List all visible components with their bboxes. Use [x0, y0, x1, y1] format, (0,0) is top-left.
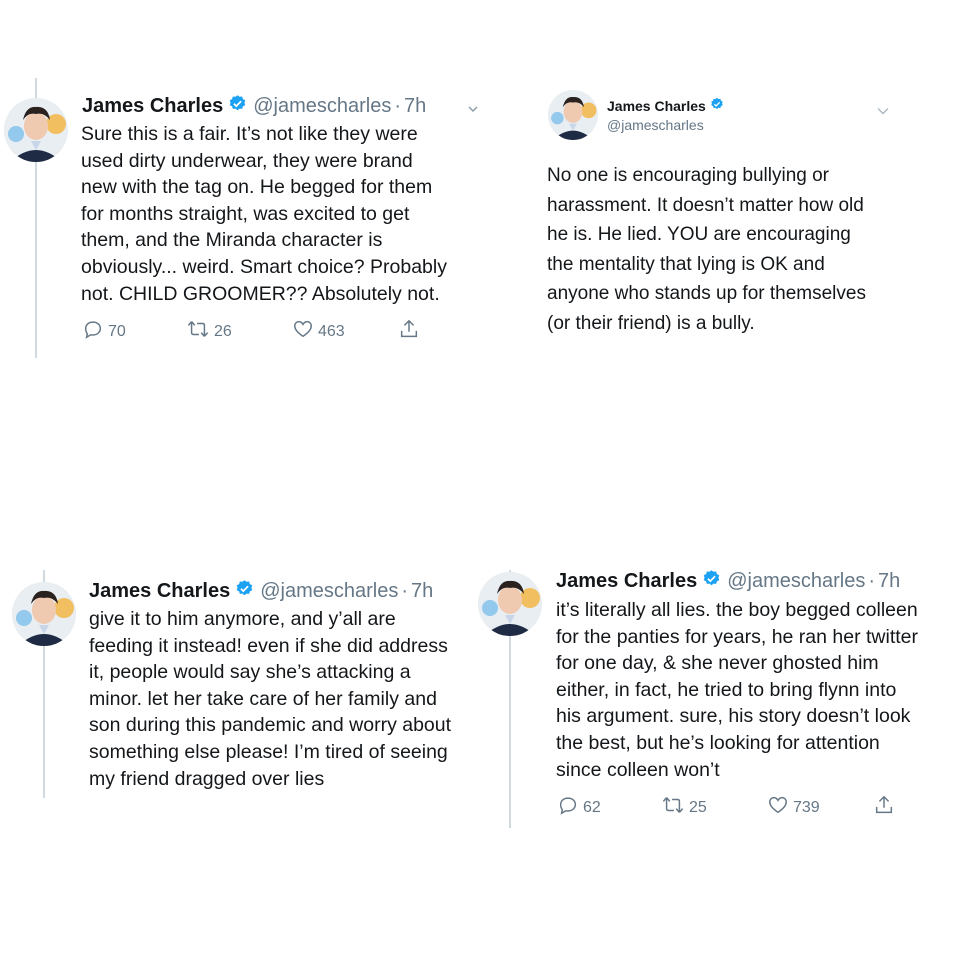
like-icon [292, 318, 318, 345]
share-button[interactable] [398, 318, 424, 345]
avatar[interactable] [548, 90, 598, 140]
retweet-count: 25 [689, 798, 707, 816]
timestamp[interactable]: 7h [878, 570, 900, 593]
tweet-text-line: the mentality that lying is OK and [547, 253, 825, 275]
tweet-text-line: for the panties for years, he ran her tw… [556, 625, 919, 648]
timestamp[interactable]: 7h [404, 95, 426, 118]
tweet-text-line: minor. let her take care of her family a… [89, 687, 437, 710]
verified-badge-icon [228, 94, 247, 118]
tweet-header: James Charles @jamescharles · 7h [556, 569, 900, 593]
tweet-text-line: feeding it instead! even if she did addr… [89, 634, 448, 657]
retweet-button[interactable]: 25 [661, 794, 707, 821]
tweet-text-line: it’s literally all lies. the boy begged … [556, 599, 918, 621]
tweet-text-line: my friend dragged over lies [89, 767, 325, 790]
chevron-down-icon[interactable] [877, 102, 889, 120]
author-name[interactable]: James Charles [82, 95, 223, 118]
tweet-text: Sure this is a fair. It’s not like they … [81, 121, 447, 307]
chevron-down-icon[interactable] [468, 100, 478, 118]
like-count: 463 [318, 322, 345, 340]
tweet-text-line: them, and the Miranda character is [81, 229, 383, 252]
author-handle[interactable]: @jamescharles [727, 570, 865, 593]
verified-badge-icon [702, 569, 721, 593]
author-handle[interactable]: @jamescharles [260, 580, 398, 603]
avatar[interactable] [478, 572, 542, 636]
tweet-text-line: new with the tag on. He begged for them [81, 176, 433, 199]
reply-count: 62 [583, 798, 601, 816]
retweet-button[interactable]: 26 [186, 318, 232, 345]
tweet-text-line: Sure this is a fair. It’s not like they … [81, 123, 418, 145]
tweet-text: No one is encouraging bullying or harass… [547, 161, 866, 338]
reply-icon [82, 318, 108, 345]
reply-icon [557, 794, 583, 821]
author-name-text: James Charles [607, 97, 706, 114]
tweet-text-line: (or their friend) is a bully. [547, 312, 755, 334]
tweet-card-2[interactable]: James Charles @jamescharles No one is en… [480, 0, 960, 370]
share-icon [873, 794, 899, 821]
tweet-text-line: his argument. sure, his story doesn’t lo… [556, 705, 911, 728]
verified-badge-icon [710, 97, 724, 114]
tweet-text-line: for months straight, was excited to get [81, 202, 410, 225]
author-name[interactable]: James Charles [89, 580, 230, 603]
tweet-text: it’s literally all lies. the boy begged … [556, 597, 960, 783]
share-icon [398, 318, 424, 345]
tweet-text: give it to him anymore, and y’all are fe… [89, 606, 451, 792]
separator-dot: · [401, 579, 408, 602]
tweet-text-line: No one is encouraging bullying or [547, 165, 830, 186]
avatar[interactable] [4, 98, 68, 162]
tweet-actions: 62 25 739 [557, 794, 917, 818]
retweet-count: 26 [214, 322, 232, 340]
tweet-actions: 70 26 463 [82, 318, 442, 342]
tweet-text-line: used dirty underwear, they were brand [81, 149, 413, 172]
share-button[interactable] [873, 794, 899, 821]
author-handle[interactable]: @jamescharles [607, 117, 704, 133]
like-button[interactable]: 463 [292, 318, 345, 345]
separator-dot: · [868, 569, 875, 592]
reply-count: 70 [108, 322, 126, 340]
tweet-text-line: since colleen won’t [556, 758, 720, 781]
tweet-header: James Charles @jamescharles · 7h [82, 94, 426, 118]
retweet-icon [186, 318, 214, 345]
tweet-text-line: the best, but he’s looking for attention [556, 731, 880, 754]
retweet-icon [661, 794, 689, 821]
author-handle[interactable]: @jamescharles [253, 95, 391, 118]
tweet-text-line: not. CHILD GROOMER?? Absolutely not. [81, 282, 440, 305]
tweet-text-line: obviously... weird. Smart choice? Probab… [81, 255, 447, 278]
like-icon [767, 794, 793, 821]
tweet-header: James Charles @jamescharles · 7h [89, 579, 433, 603]
tweet-card-1[interactable]: James Charles @jamescharles · 7h Sure th… [0, 0, 480, 370]
timestamp[interactable]: 7h [411, 580, 433, 603]
tweet-card-4[interactable]: James Charles @jamescharles · 7h it’s li… [478, 480, 960, 860]
tweet-card-3[interactable]: James Charles @jamescharles · 7h give it… [0, 480, 480, 860]
tweet-text-line: give it to him anymore, and y’all are [89, 608, 396, 630]
tweet-text-line: anyone who stands up for themselves [547, 283, 866, 304]
verified-badge-icon [235, 579, 254, 603]
tweet-text-line: it, people would say she’s attacking a [89, 661, 411, 684]
tweet-text-line: something else please! I’m tired of seei… [89, 740, 448, 763]
tweet-text-line: he is. He lied. YOU are encouraging [547, 224, 851, 245]
tweet-text-line: harassment. It doesn’t matter how old [547, 194, 864, 216]
like-count: 739 [793, 798, 820, 816]
tweet-text-line: either, in fact, he tried to bring flynn… [556, 678, 897, 701]
author-name[interactable]: James Charles [556, 570, 697, 593]
tweet-text-line: son during this pandemic and worry about [89, 714, 452, 737]
reply-button[interactable]: 62 [557, 794, 601, 821]
tweet-text-line: for one day, & she never ghosted him [556, 652, 879, 675]
separator-dot: · [394, 94, 401, 117]
author-name[interactable]: James Charles [607, 97, 730, 114]
reply-button[interactable]: 70 [82, 318, 126, 345]
avatar[interactable] [12, 582, 76, 646]
like-button[interactable]: 739 [767, 794, 820, 821]
